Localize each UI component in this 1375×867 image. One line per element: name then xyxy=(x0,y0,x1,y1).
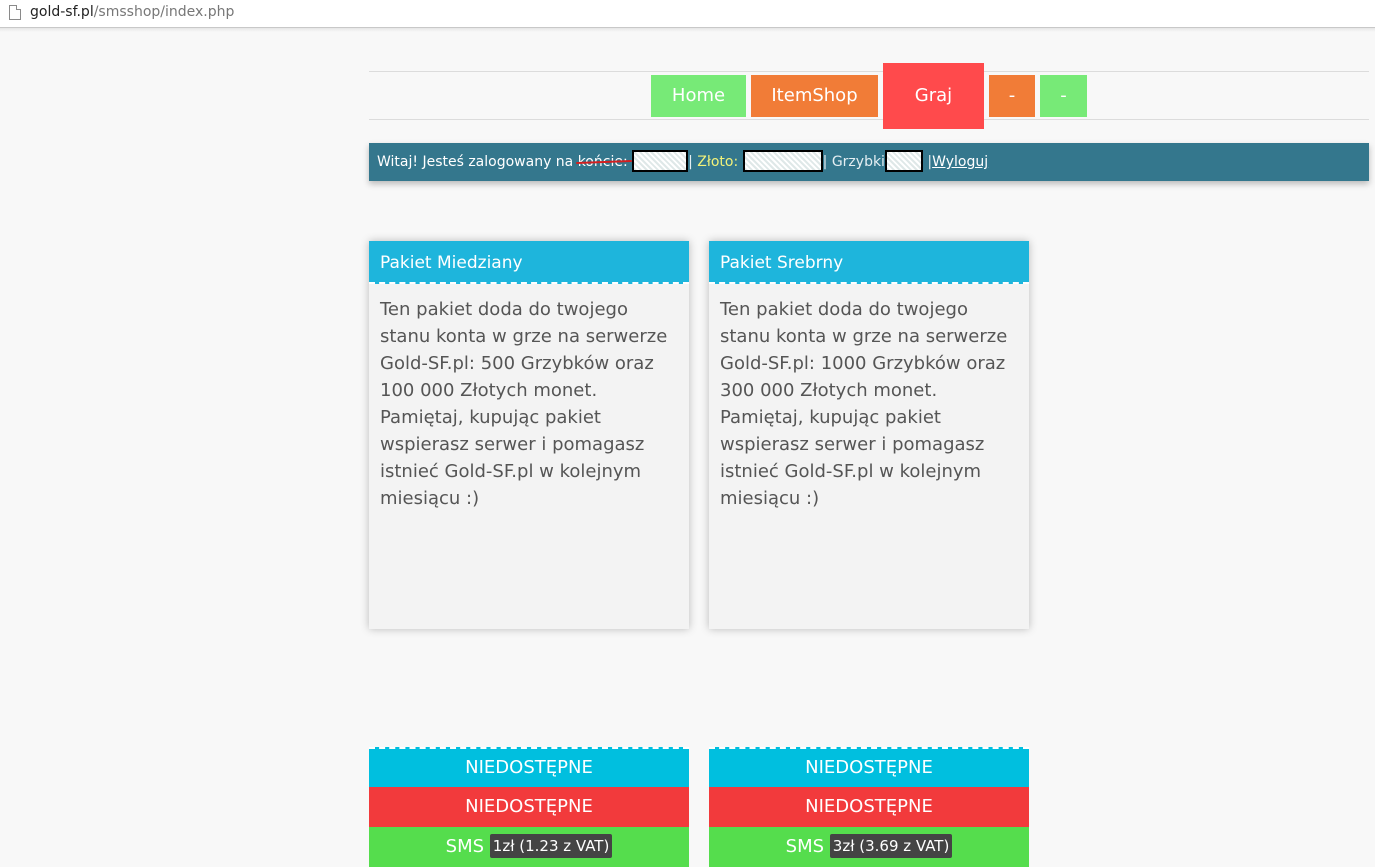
sms-price-badge: 3zł (3.69 z VAT) xyxy=(829,833,953,858)
user-status-bar: Witaj! Jesteś zalogowany na końcie: | Zł… xyxy=(369,143,1369,181)
address-bar[interactable]: gold-sf.pl/smsshop/index.php xyxy=(0,0,1375,28)
sms-payment-button[interactable]: SMS 3zł (3.69 z VAT) xyxy=(709,827,1029,867)
url-host: gold-sf.pl xyxy=(30,4,94,20)
nav-home-button[interactable]: Home xyxy=(651,75,746,117)
mushrooms-label: Grzybki xyxy=(827,154,885,170)
urlbar-shadow xyxy=(0,28,1375,32)
redacted-username xyxy=(632,149,689,172)
gold-label: Złoto: xyxy=(692,154,743,170)
payment-option-unavailable-2[interactable]: NIEDOSTĘPNE xyxy=(709,787,1029,827)
nav-itemshop-button[interactable]: ItemShop xyxy=(751,75,878,117)
redacted-mushrooms-amount xyxy=(884,149,923,172)
card-description: Ten pakiet doda do twojego stanu konta w… xyxy=(380,299,668,509)
nav-dash-button-1[interactable]: - xyxy=(989,75,1035,117)
card-description: Ten pakiet doda do twojego stanu konta w… xyxy=(720,299,1008,509)
card-title: Pakiet Srebrny xyxy=(709,241,1029,284)
card-title: Pakiet Miedziany xyxy=(369,241,689,284)
sms-label: SMS xyxy=(445,836,485,857)
nav-bottom-divider xyxy=(369,119,1369,120)
welcome-text: Witaj! Jesteś zalogowany na xyxy=(377,154,578,170)
sms-payment-button[interactable]: SMS 1zł (1.23 z VAT) xyxy=(369,827,689,867)
nav-graj-button[interactable]: Graj xyxy=(883,63,984,129)
payment-option-unavailable-1[interactable]: NIEDOSTĘPNE xyxy=(369,747,689,787)
nav-dash-button-2[interactable]: - xyxy=(1040,75,1087,117)
url-text[interactable]: gold-sf.pl/smsshop/index.php xyxy=(30,4,234,20)
redacted-gold-amount xyxy=(742,149,823,172)
account-word: końcie: xyxy=(575,154,632,170)
sms-price-badge: 1zł (1.23 z VAT) xyxy=(489,833,613,858)
logout-link[interactable]: Wyloguj xyxy=(932,154,988,170)
package-card-silver: Pakiet Srebrny Ten pakiet doda do twojeg… xyxy=(709,241,1029,867)
page-icon xyxy=(9,5,21,20)
url-path: /smsshop/index.php xyxy=(93,4,235,20)
nav-top-divider xyxy=(369,71,1369,72)
payment-option-unavailable-2[interactable]: NIEDOSTĘPNE xyxy=(369,787,689,827)
package-card-copper: Pakiet Miedziany Ten pakiet doda do twoj… xyxy=(369,241,689,867)
payment-option-unavailable-1[interactable]: NIEDOSTĘPNE xyxy=(709,747,1029,787)
sms-label: SMS xyxy=(785,836,825,857)
